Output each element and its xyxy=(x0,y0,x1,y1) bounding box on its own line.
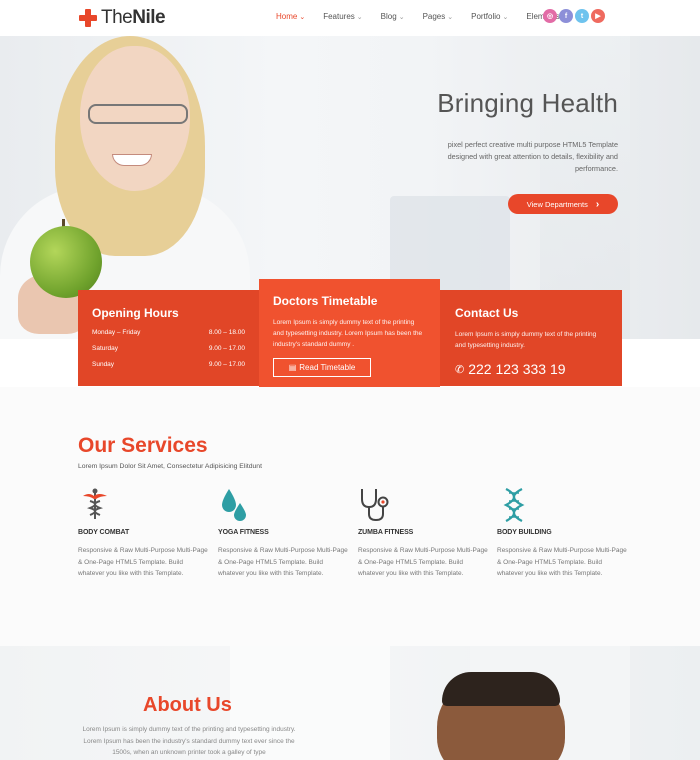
services-section: Our Services Lorem Ipsum Dolor Sit Amet,… xyxy=(0,387,700,646)
chevron-down-icon: ⌄ xyxy=(356,13,363,21)
services-subtitle: Lorem Ipsum Dolor Sit Amet, Consectetur … xyxy=(78,463,262,470)
doctors-timetable-box: Doctors Timetable Lorem Ipsum is simply … xyxy=(259,279,440,387)
chevron-right-icon: › xyxy=(595,198,600,210)
opening-hours-box: Opening Hours Monday – Friday 8.00 – 18.0… xyxy=(78,290,259,386)
about-man-hair xyxy=(442,672,560,706)
chevron-down-icon: ⌄ xyxy=(398,13,405,21)
service-item[interactable]: BODY BUILDING Responsive & Raw Multi-Pur… xyxy=(497,487,627,580)
contact-title: Contact Us xyxy=(455,306,519,320)
apple-icon xyxy=(30,226,102,298)
hero-description: pixel perfect creative multi purpose HTM… xyxy=(447,140,618,173)
logo[interactable]: TheNile xyxy=(79,7,166,29)
chevron-down-icon: ⌄ xyxy=(502,13,509,21)
dna-icon xyxy=(497,487,627,525)
caduceus-icon xyxy=(78,487,208,525)
logo-text: TheNile xyxy=(101,7,166,28)
phone-number[interactable]: ✆ 222 123 333 19 xyxy=(455,361,607,377)
social-links: ◎ f t ▶ xyxy=(543,9,605,23)
opening-hours-title: Opening Hours xyxy=(92,306,179,320)
hero-title: Bringing Health xyxy=(437,88,618,118)
nav-item-pages[interactable]: Pages ⌄ xyxy=(423,12,454,21)
read-timetable-button[interactable]: ▤ Read Timetable xyxy=(273,358,371,377)
site-header: TheNile Home ⌄ Features ⌄ Blog ⌄ Pages ⌄ Por… xyxy=(0,0,700,36)
services-title: Our Services xyxy=(78,434,208,457)
hours-row: Monday – Friday 8.00 – 18.00 xyxy=(92,329,245,336)
hours-row: Saturday 9.00 – 17.00 xyxy=(92,345,245,352)
drops-icon xyxy=(218,487,348,525)
service-item[interactable]: BODY COMBAT Responsive & Raw Multi-Purpo… xyxy=(78,487,208,580)
hours-row: Sunday 9.00 – 17.00 xyxy=(92,361,245,368)
about-section: About Us Lorem Ipsum is simply dummy tex… xyxy=(0,646,700,760)
nav-item-home[interactable]: Home ⌄ xyxy=(276,12,305,21)
nav-item-features[interactable]: Features ⌄ xyxy=(323,12,362,21)
chevron-down-icon: ⌄ xyxy=(447,13,454,21)
youtube-icon[interactable]: ▶ xyxy=(591,9,605,23)
contact-box: Contact Us Lorem Ipsum is simply dummy t… xyxy=(440,290,622,386)
instagram-icon[interactable]: ◎ xyxy=(543,9,557,23)
doctors-timetable-text: Lorem Ipsum is simply dummy text of the … xyxy=(273,319,423,348)
stethoscope-icon xyxy=(358,487,488,525)
cross-logo-icon xyxy=(79,9,97,27)
nav-item-blog[interactable]: Blog ⌄ xyxy=(381,12,405,21)
nav-item-portfolio[interactable]: Portfolio ⌄ xyxy=(471,12,508,21)
contact-text: Lorem Ipsum is simply dummy text of the … xyxy=(455,331,597,349)
facebook-icon[interactable]: f xyxy=(559,9,573,23)
about-title: About Us xyxy=(143,694,232,716)
doctors-timetable-title: Doctors Timetable xyxy=(273,294,378,308)
about-text: Lorem Ipsum is simply dummy text of the … xyxy=(82,726,296,756)
twitter-icon[interactable]: t xyxy=(575,9,589,23)
service-item[interactable]: ZUMBA FITNESS Responsive & Raw Multi-Pur… xyxy=(358,487,488,580)
view-departments-button[interactable]: View Departments › xyxy=(508,194,618,214)
main-nav: Home ⌄ Features ⌄ Blog ⌄ Pages ⌄ Portfolio ⌄ … xyxy=(276,12,586,21)
calendar-icon: ▤ xyxy=(288,363,297,372)
chevron-down-icon: ⌄ xyxy=(299,13,306,21)
service-item[interactable]: YOGA FITNESS Responsive & Raw Multi-Purp… xyxy=(218,487,348,580)
phone-icon: ✆ xyxy=(455,363,465,376)
